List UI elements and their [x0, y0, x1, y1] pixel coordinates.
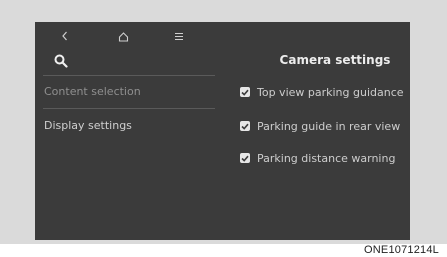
back-button[interactable]	[56, 28, 74, 44]
top-nav-bar	[35, 26, 215, 46]
infotainment-screen: Content selection Display settings Camer…	[35, 22, 410, 240]
checkbox[interactable]	[240, 121, 250, 131]
option-top-view-parking-guidance[interactable]: Top view parking guidance	[240, 83, 412, 101]
sidebar-item-content-selection[interactable]: Content selection	[44, 82, 209, 102]
search-button[interactable]	[50, 52, 72, 70]
left-panel: Content selection Display settings	[35, 22, 215, 240]
option-label: Parking guide in rear view	[257, 119, 401, 133]
option-label: Top view parking guidance	[257, 85, 404, 99]
search-icon	[54, 54, 68, 68]
sidebar-item-display-settings[interactable]: Display settings	[44, 116, 209, 136]
divider	[43, 108, 215, 109]
menu-button[interactable]	[170, 28, 188, 44]
device-frame: Content selection Display settings Camer…	[0, 0, 447, 244]
page-title: Camera settings	[279, 53, 391, 67]
menu-icon	[175, 32, 183, 40]
home-icon	[118, 31, 128, 42]
checkmark-icon	[241, 155, 249, 162]
checkmark-icon	[241, 89, 249, 96]
figure-code: ONE1071214L	[364, 244, 439, 256]
option-parking-distance-warning[interactable]: Parking distance warning	[240, 149, 412, 167]
checkbox[interactable]	[240, 87, 250, 97]
divider	[43, 75, 215, 76]
chevron-left-icon	[62, 31, 67, 41]
home-button[interactable]	[114, 28, 132, 44]
option-label: Parking distance warning	[257, 151, 396, 165]
option-parking-guide-in-rear-view[interactable]: Parking guide in rear view	[240, 117, 412, 135]
checkmark-icon	[241, 123, 249, 130]
checkbox[interactable]	[240, 153, 250, 163]
